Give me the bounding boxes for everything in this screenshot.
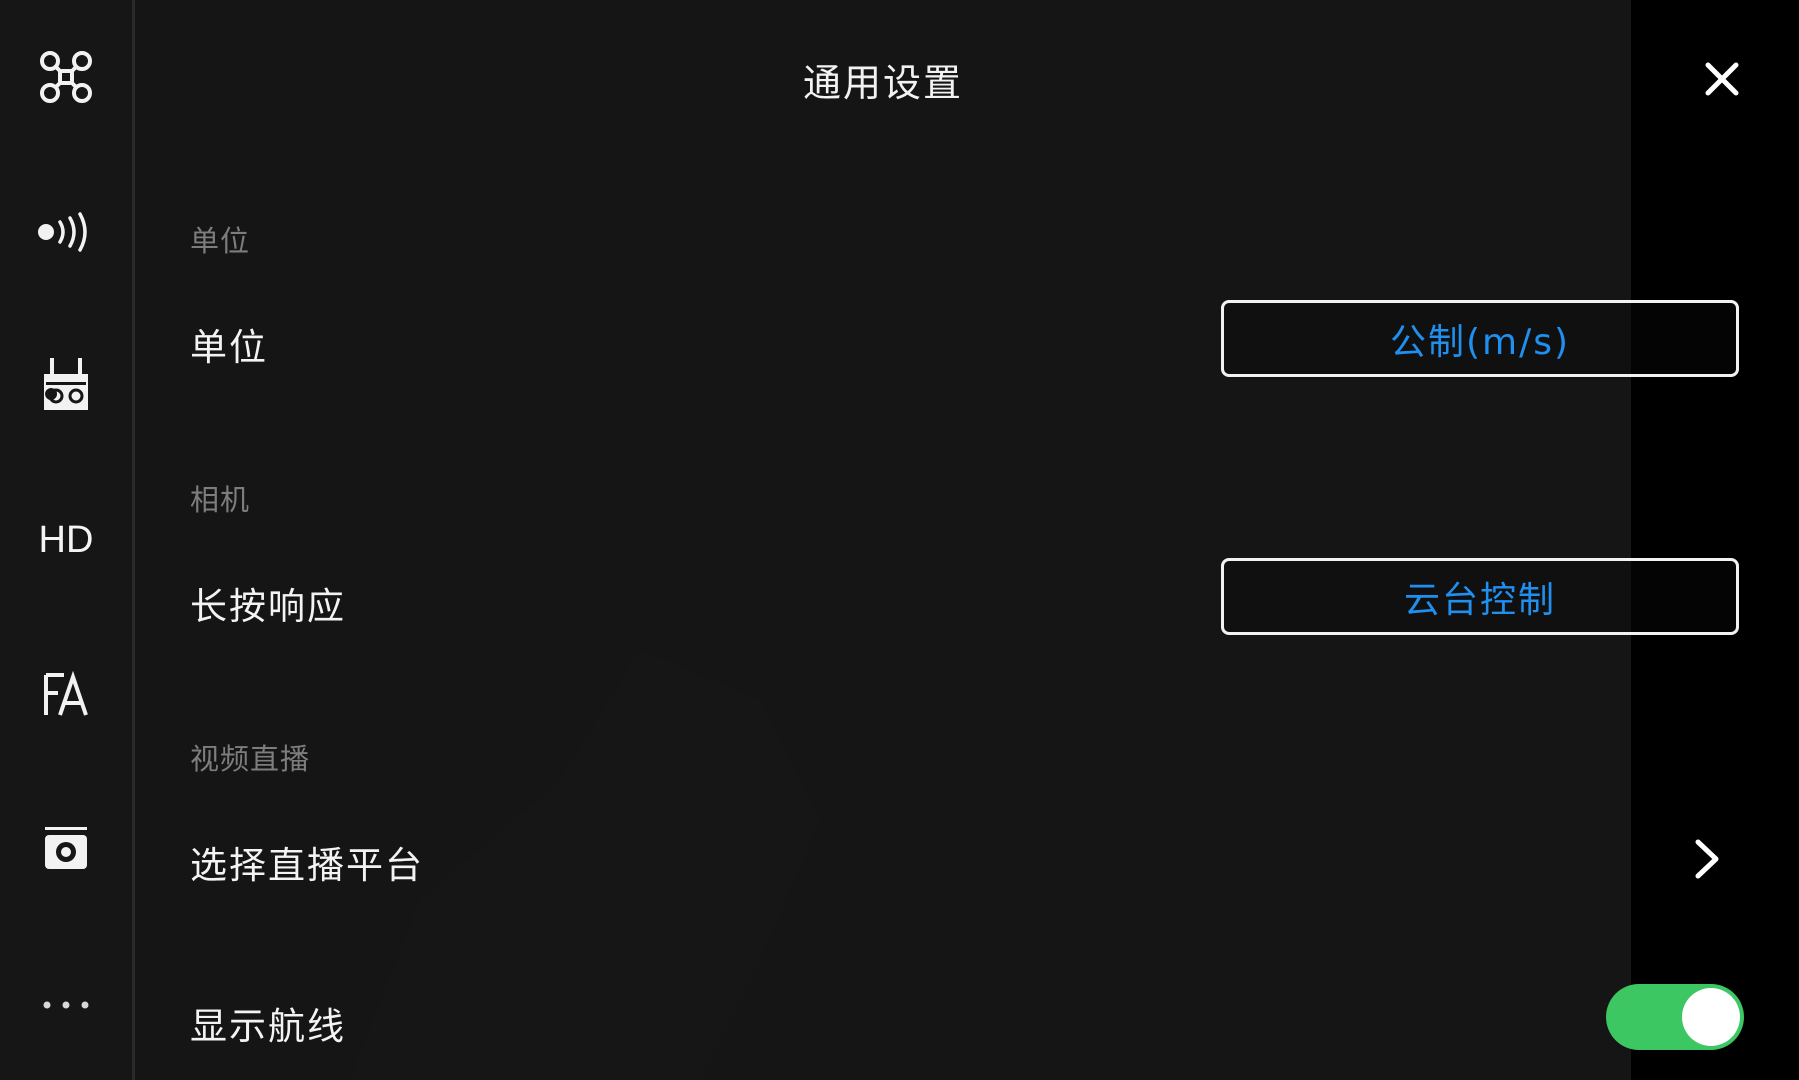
hd-icon: HD bbox=[38, 518, 94, 561]
section-label-units: 单位 bbox=[190, 224, 251, 258]
long-press-label: 长按响应 bbox=[190, 585, 346, 628]
sidebar-item-hd[interactable]: HD bbox=[16, 490, 116, 590]
sidebar-item-remote-controller[interactable] bbox=[16, 336, 116, 436]
live-platform-label[interactable]: 选择直播平台 bbox=[190, 835, 424, 889]
sidebar-item-more[interactable] bbox=[16, 955, 116, 1055]
page-title: 通用设置 bbox=[802, 61, 963, 105]
units-label: 单位 bbox=[190, 326, 268, 369]
right-background-strip bbox=[1631, 0, 1799, 1080]
close-button[interactable] bbox=[1700, 57, 1744, 101]
general-settings-panel bbox=[135, 0, 1631, 1080]
language-icon bbox=[44, 671, 88, 716]
app-screen: HD 通用设置 单位 单位 公制(m/s) 相机 长按响应 云台控制 视频直播 … bbox=[0, 0, 1799, 1080]
toggle-knob bbox=[1682, 988, 1740, 1046]
units-select-value: 公制(m/s) bbox=[1389, 321, 1571, 363]
units-select[interactable]: 公制(m/s) bbox=[1221, 300, 1739, 377]
left-sidebar: HD bbox=[0, 0, 135, 1080]
section-label-live-stream: 视频直播 bbox=[190, 742, 311, 776]
chevron-right-icon bbox=[1695, 839, 1719, 879]
sidebar-item-aircraft[interactable] bbox=[16, 27, 116, 127]
remote-controller-icon bbox=[44, 358, 88, 410]
close-icon bbox=[1705, 62, 1739, 96]
section-label-camera: 相机 bbox=[190, 483, 251, 517]
sidebar-item-camera[interactable] bbox=[16, 800, 116, 900]
sidebar-item-language[interactable] bbox=[16, 645, 116, 745]
show-route-toggle[interactable] bbox=[1606, 984, 1744, 1050]
show-route-label: 显示航线 bbox=[190, 1005, 346, 1048]
long-press-select-value: 云台控制 bbox=[1403, 579, 1556, 621]
sidebar-item-signal[interactable] bbox=[16, 182, 116, 282]
drone-icon bbox=[40, 51, 92, 103]
live-platform-chevron[interactable] bbox=[1690, 836, 1724, 882]
more-icon bbox=[43, 1001, 89, 1009]
signal-icon bbox=[38, 212, 87, 252]
long-press-select[interactable]: 云台控制 bbox=[1221, 558, 1739, 635]
camera-icon bbox=[45, 827, 87, 869]
